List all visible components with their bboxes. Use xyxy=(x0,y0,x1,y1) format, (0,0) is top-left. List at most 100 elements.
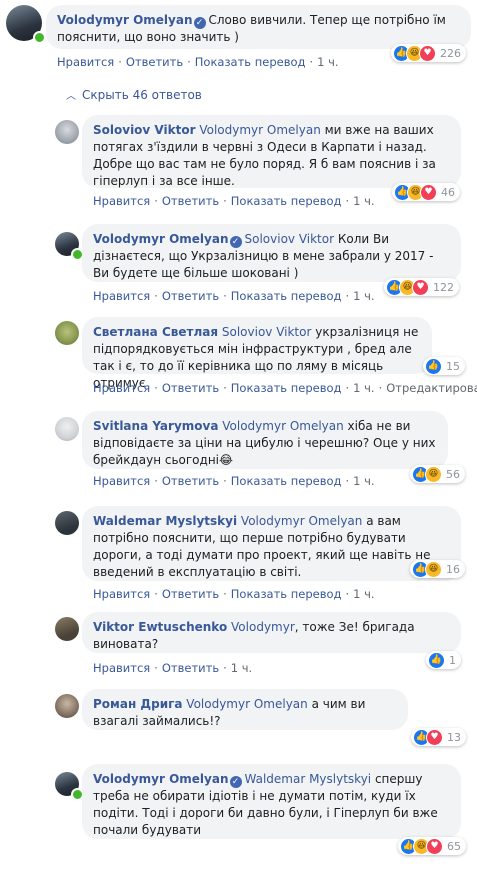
verified-icon: ✓ xyxy=(229,776,242,788)
comment-time[interactable]: 1 ч. xyxy=(353,194,374,208)
avatar[interactable] xyxy=(55,617,79,641)
hide-replies-link[interactable]: ︿ Скрыть 46 ответов xyxy=(66,87,202,102)
comment-author[interactable]: Viktor Ewtuschenko xyxy=(93,620,227,634)
like-link[interactable]: Нравится xyxy=(93,661,150,675)
comment-bubble: Waldemar Myslytskyi Volodymyr Omelyan а … xyxy=(82,506,461,581)
reply-link[interactable]: Ответить xyxy=(162,587,219,601)
comment-actions: Нравится · Ответить · Показать перевод · 1 ч. ·… xyxy=(93,381,477,395)
reactions-summary[interactable]: 👍 😆 ♥ 226 xyxy=(391,44,466,62)
reply-link[interactable]: Ответить xyxy=(162,474,219,488)
reaction-count: 46 xyxy=(441,185,455,199)
avatar[interactable] xyxy=(55,120,79,144)
comment-bubble: Viktor Ewtuschenko Volodymyr, тоже Зе! б… xyxy=(82,612,461,653)
verified-icon: ✓ xyxy=(193,17,206,29)
comment-bubble: Volodymyr Omelyan ✓ Слово вивчили. Тепер щ… xyxy=(46,5,471,49)
comment-time[interactable]: 1 ч. xyxy=(317,55,338,69)
love-reaction-icon: ♥ xyxy=(419,44,436,62)
mention-tag[interactable]: Volodymyr Omelyan xyxy=(186,697,307,711)
comment-actions: Нравится · Ответить · Показать перевод · 1 ч. xyxy=(57,55,339,69)
haha-reaction-icon: 😆 xyxy=(425,560,442,578)
reactions-summary[interactable]: 👍 😆 ♥ 65 xyxy=(398,837,466,855)
comment-bubble: Volodymyr Omelyan ✓ Waldemar Myslytskyi сп… xyxy=(82,764,461,839)
see-translation-link[interactable]: Показать перевод xyxy=(231,587,342,601)
comment-author[interactable]: Светлана Светлая xyxy=(93,325,218,339)
mention-tag[interactable]: Soloviov Viktor xyxy=(222,325,312,339)
reactions-summary[interactable]: 👍 15 xyxy=(423,357,465,375)
comment-time[interactable]: 1 ч. xyxy=(231,661,252,675)
reply-link[interactable]: Ответить xyxy=(126,55,183,69)
comment-author[interactable]: Роман Дрига xyxy=(93,697,182,711)
reaction-count: 65 xyxy=(447,839,461,853)
comment-author[interactable]: Volodymyr Omelyan xyxy=(57,13,193,27)
comment-bubble: Светлана Светлая Soloviov Viktor укрзалі… xyxy=(82,317,432,390)
comment-author[interactable]: Soloviov Viktor xyxy=(93,123,196,137)
like-link[interactable]: Нравится xyxy=(93,289,150,303)
reactions-summary[interactable]: 👍 ♥ 13 xyxy=(411,728,466,746)
reaction-count: 226 xyxy=(440,46,461,60)
like-link[interactable]: Нравится xyxy=(57,55,114,69)
mention-tag[interactable]: Volodymyr Omelyan xyxy=(199,123,320,137)
reactions-summary[interactable]: 👍 😆 ♥ 122 xyxy=(384,278,459,296)
verified-icon: ✓ xyxy=(229,236,242,248)
reply-link[interactable]: Ответить xyxy=(162,289,219,303)
reaction-count: 1 xyxy=(449,653,456,667)
comment-time[interactable]: 1 ч. xyxy=(353,381,374,395)
hide-replies-label: Скрыть 46 ответов xyxy=(82,88,202,102)
reactions-summary[interactable]: 👍 😆 16 xyxy=(410,560,465,578)
comment-bubble: Soloviov Viktor Volodymyr Omelyan ми вже… xyxy=(82,115,461,188)
see-translation-link[interactable]: Показать перевод xyxy=(231,381,342,395)
comment-author[interactable]: Volodymyr Omelyan xyxy=(93,772,229,786)
love-reaction-icon: ♥ xyxy=(412,278,429,296)
reply-link[interactable]: Ответить xyxy=(162,381,219,395)
like-link[interactable]: Нравится xyxy=(93,194,150,208)
comment-time[interactable]: 1 ч. xyxy=(353,474,374,488)
reactions-summary[interactable]: 👍 😆 ♥ 46 xyxy=(392,183,460,201)
mention-tag[interactable]: Soloviov Viktor xyxy=(245,232,335,246)
reply-link[interactable]: Ответить xyxy=(162,194,219,208)
comment-bubble: Роман Дрига Volodymyr Omelyan а чим ви в… xyxy=(82,689,408,730)
like-link[interactable]: Нравится xyxy=(93,474,150,488)
chevron-up-icon: ︿ xyxy=(66,91,76,102)
comment-author[interactable]: Svitlana Yarymova xyxy=(93,419,218,433)
mention-tag[interactable]: Volodymyr xyxy=(231,620,295,634)
comment-time[interactable]: 1 ч. xyxy=(353,587,374,601)
reactions-summary[interactable]: 👍 1 xyxy=(426,651,461,669)
haha-reaction-icon: 😆 xyxy=(425,465,442,483)
love-reaction-icon: ♥ xyxy=(420,183,437,201)
comment-bubble: Svitlana Yarymova Volodymyr Omelyan хіба… xyxy=(82,411,448,469)
like-link[interactable]: Нравится xyxy=(93,381,150,395)
reaction-count: 15 xyxy=(446,359,460,373)
reaction-count: 122 xyxy=(433,280,454,294)
comment-actions: Нравится · Ответить · Показать перевод · 1 ч. xyxy=(93,474,375,488)
like-reaction-icon: 👍 xyxy=(425,357,442,375)
comment-actions: Нравится · Ответить · Показать перевод · 1 ч. xyxy=(93,587,375,601)
see-translation-link[interactable]: Показать перевод xyxy=(231,474,342,488)
reply-link[interactable]: Ответить xyxy=(162,661,219,675)
see-translation-link[interactable]: Показать перевод xyxy=(195,55,306,69)
reaction-count: 16 xyxy=(446,562,460,576)
reactions-summary[interactable]: 👍 😆 56 xyxy=(410,465,465,483)
mention-tag[interactable]: Waldemar Myslytskyi xyxy=(245,772,372,786)
mention-tag[interactable]: Volodymyr Omelyan xyxy=(241,514,362,528)
comment-bubble: Volodymyr Omelyan ✓ Soloviov Viktor Коли В… xyxy=(82,224,461,282)
like-reaction-icon: 👍 xyxy=(428,651,445,669)
reaction-count: 13 xyxy=(447,730,461,744)
see-translation-link[interactable]: Показать перевод xyxy=(231,289,342,303)
comment-actions: Нравится · Ответить · 1 ч. xyxy=(93,661,253,675)
like-link[interactable]: Нравится xyxy=(93,587,150,601)
comment-author[interactable]: Waldemar Myslytskyi xyxy=(93,514,237,528)
comment-time[interactable]: 1 ч. xyxy=(353,289,374,303)
mention-tag[interactable]: Volodymyr Omelyan xyxy=(222,419,343,433)
avatar[interactable] xyxy=(55,511,79,535)
comment-actions: Нравится · Ответить · Показать перевод · 1 ч. xyxy=(93,289,375,303)
online-status-indicator xyxy=(33,31,46,44)
comment-actions: Нравится · Ответить · Показать перевод · 1 ч. xyxy=(93,194,375,208)
avatar[interactable] xyxy=(55,694,79,718)
edited-label[interactable]: Отредактировано xyxy=(386,381,477,395)
see-translation-link[interactable]: Показать перевод xyxy=(231,194,342,208)
love-reaction-icon: ♥ xyxy=(426,728,443,746)
reaction-count: 56 xyxy=(446,467,460,481)
avatar[interactable] xyxy=(55,417,79,441)
comment-author[interactable]: Volodymyr Omelyan xyxy=(93,232,229,246)
avatar[interactable] xyxy=(55,321,79,345)
